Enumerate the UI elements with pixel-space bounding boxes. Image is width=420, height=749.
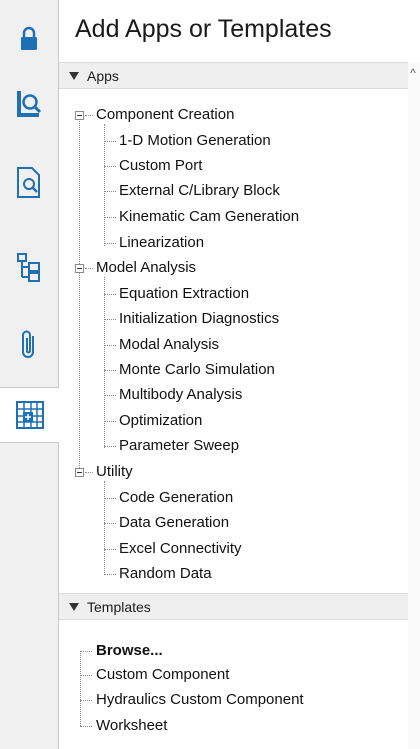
add-apps-grid-icon [15, 401, 44, 429]
document-search-icon [17, 167, 40, 198]
app-monte-carlo-simulation[interactable]: Monte Carlo Simulation [119, 361, 275, 379]
left-toolbar [0, 0, 59, 749]
app-random-data[interactable]: Random Data [119, 565, 212, 583]
group-utility[interactable]: Utility [96, 463, 133, 481]
app-excel-connectivity[interactable]: Excel Connectivity [119, 540, 242, 558]
app-modal-analysis[interactable]: Modal Analysis [119, 336, 219, 354]
hierarchy-button[interactable] [0, 240, 58, 294]
hierarchy-icon [17, 253, 40, 282]
app-code-generation[interactable]: Code Generation [119, 489, 233, 507]
app-initialization-diagnostics[interactable]: Initialization Diagnostics [119, 310, 279, 328]
expander-component-creation[interactable] [75, 111, 84, 120]
app-kinematic-cam-generation[interactable]: Kinematic Cam Generation [119, 208, 299, 226]
lock-button[interactable] [0, 12, 58, 66]
palette-search-button[interactable] [0, 78, 58, 132]
expander-model-analysis[interactable] [75, 264, 84, 273]
apps-section-header[interactable]: Apps [59, 62, 408, 89]
lock-icon [21, 26, 37, 50]
template-custom-component[interactable]: Custom Component [96, 666, 229, 684]
template-worksheet[interactable]: Worksheet [96, 717, 167, 735]
expander-utility[interactable] [75, 468, 84, 477]
add-apps-button[interactable] [0, 387, 59, 443]
apps-templates-window: Add Apps or Templates ^ Apps Component C… [0, 0, 420, 749]
scroll-up-icon[interactable]: ^ [406, 66, 420, 84]
app-custom-port[interactable]: Custom Port [119, 157, 202, 175]
document-search-button[interactable] [0, 156, 58, 210]
main-panel: Add Apps or Templates ^ Apps Component C… [59, 0, 420, 749]
scrollbar[interactable] [408, 62, 420, 749]
templates-section-header[interactable]: Templates [59, 593, 408, 620]
app-external-c-library-block[interactable]: External C/Library Block [119, 182, 280, 200]
templates-section-label: Templates [87, 598, 151, 615]
group-model-analysis[interactable]: Model Analysis [96, 259, 196, 277]
app-data-generation[interactable]: Data Generation [119, 514, 229, 532]
template-hydraulics-custom-component[interactable]: Hydraulics Custom Component [96, 691, 304, 709]
app-linearization[interactable]: Linearization [119, 234, 204, 252]
group-component-creation[interactable]: Component Creation [96, 106, 234, 124]
attachments-button[interactable] [0, 318, 58, 372]
app-equation-extraction[interactable]: Equation Extraction [119, 285, 249, 303]
app-1d-motion-generation[interactable]: 1-D Motion Generation [119, 132, 271, 150]
app-optimization[interactable]: Optimization [119, 412, 202, 430]
panel-title: Add Apps or Templates [75, 15, 332, 43]
apps-section-label: Apps [87, 67, 119, 84]
app-multibody-analysis[interactable]: Multibody Analysis [119, 386, 242, 404]
template-browse[interactable]: Browse... [96, 642, 163, 660]
palette-search-icon [17, 91, 42, 117]
collapse-triangle-icon [69, 71, 79, 80]
app-parameter-sweep[interactable]: Parameter Sweep [119, 437, 239, 455]
collapse-triangle-icon [69, 602, 79, 611]
paperclip-icon [22, 330, 34, 358]
